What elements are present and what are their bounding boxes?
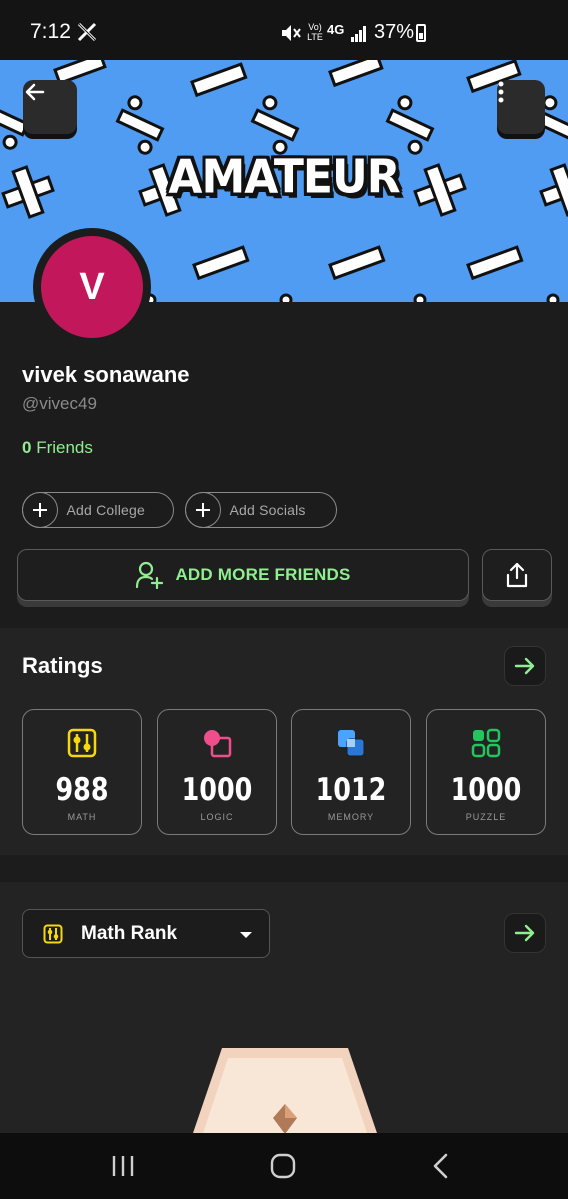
rank-type-label: Math Rank	[81, 922, 178, 944]
status-bar: 7:12 Vo) LTE 4G 37%	[0, 0, 568, 60]
more-vertical-icon	[498, 81, 504, 103]
signal-icon	[351, 26, 366, 42]
memory-icon	[338, 730, 365, 757]
add-college-label: Add College	[66, 502, 145, 518]
system-nav-bar	[0, 1133, 568, 1199]
recent-apps-icon[interactable]	[111, 1154, 135, 1178]
rating-card-math[interactable]: 988 MATH	[22, 709, 142, 835]
back-button[interactable]	[23, 80, 77, 134]
math-icon	[67, 728, 97, 758]
rank-badge-image	[192, 1048, 378, 1136]
arrow-right-icon	[514, 924, 535, 942]
user-handle: @vivec49	[22, 394, 97, 413]
share-button[interactable]	[482, 549, 552, 601]
arrow-right-icon	[514, 657, 535, 675]
rating-value: 1000	[450, 772, 522, 808]
user-name: vivek sonawane	[22, 362, 190, 387]
arrow-left-icon	[25, 83, 45, 101]
plus-icon	[21, 492, 58, 528]
status-time: 7:12	[30, 20, 71, 43]
battery-percent: 37%	[374, 21, 415, 43]
home-icon[interactable]	[270, 1153, 296, 1179]
add-user-icon	[136, 561, 164, 589]
rating-label: MEMORY	[327, 812, 375, 822]
x-app-icon	[77, 22, 97, 42]
back-nav-icon[interactable]	[432, 1153, 450, 1179]
share-icon	[506, 562, 528, 588]
rating-card-puzzle[interactable]: 1000 PUZZLE	[426, 709, 546, 835]
add-more-friends-label: ADD MORE FRIENDS	[175, 565, 351, 584]
caret-down-icon	[240, 932, 252, 938]
math-icon	[43, 924, 63, 943]
puzzle-icon	[471, 728, 501, 758]
volte-indicator: Vo) LTE	[307, 22, 323, 42]
ratings-title: Ratings	[22, 653, 103, 678]
add-socials-label: Add Socials	[229, 502, 306, 518]
rating-label: LOGIC	[200, 812, 234, 822]
more-options-button[interactable]	[497, 80, 545, 134]
logic-icon	[204, 730, 232, 758]
rating-value: 1000	[181, 772, 253, 808]
rating-card-memory[interactable]: 1012 MEMORY	[291, 709, 411, 835]
rating-label: MATH	[67, 812, 97, 822]
plus-icon	[184, 492, 221, 528]
rank-title: AMATEUR	[168, 150, 400, 205]
ratings-more-button[interactable]	[504, 646, 546, 686]
friends-link[interactable]: 0 Friends	[22, 438, 93, 458]
rating-value: 988	[55, 772, 109, 808]
rank-more-button[interactable]	[504, 913, 546, 953]
friends-label: Friends	[36, 438, 93, 457]
rating-card-logic[interactable]: 1000 LOGIC	[157, 709, 277, 835]
add-college-button[interactable]: Add College	[21, 492, 174, 528]
rating-value: 1012	[315, 772, 387, 808]
rank-type-dropdown[interactable]: Math Rank	[22, 909, 270, 958]
avatar[interactable]: V	[41, 236, 143, 338]
network-indicator: 4G	[327, 22, 345, 37]
add-socials-button[interactable]: Add Socials	[184, 492, 337, 528]
friends-count: 0	[22, 438, 32, 457]
battery-icon	[416, 24, 426, 42]
rating-label: PUZZLE	[465, 812, 507, 822]
mute-icon	[282, 25, 301, 41]
add-more-friends-button[interactable]: ADD MORE FRIENDS	[17, 549, 469, 601]
